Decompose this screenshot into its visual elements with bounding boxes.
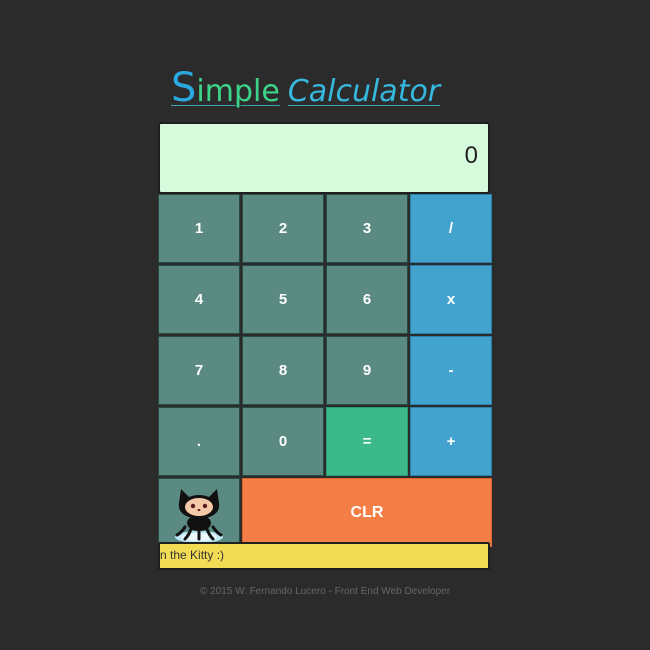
key-9[interactable]: 9 xyxy=(326,336,408,405)
key-7[interactable]: 7 xyxy=(158,336,240,405)
key-add[interactable]: + xyxy=(410,407,492,476)
key-3[interactable]: 3 xyxy=(326,194,408,263)
calculator-body: 0 1 2 3 / 4 5 6 x 7 8 9 - . 0 = + CLR n … xyxy=(158,122,492,572)
key-subtract[interactable]: - xyxy=(410,336,492,405)
footer-credit: © 2015 W. Fernando Lucero - Front End We… xyxy=(199,586,451,597)
clear-button[interactable]: CLR xyxy=(242,478,492,547)
key-6[interactable]: 6 xyxy=(326,265,408,334)
key-2[interactable]: 2 xyxy=(242,194,324,263)
marquee-text: n the Kitty :) xyxy=(160,548,225,562)
calculator-page: Simple Calculator 0 1 2 3 / 4 5 6 x 7 8 9… xyxy=(0,0,650,650)
octocat-icon xyxy=(175,488,223,543)
title-first-letter: S xyxy=(171,65,197,111)
key-equals[interactable]: = xyxy=(326,407,408,476)
key-0[interactable]: 0 xyxy=(242,407,324,476)
display-value: 0 xyxy=(464,142,478,169)
title-calculator: Calculator xyxy=(287,74,441,109)
keypad: 1 2 3 / 4 5 6 x 7 8 9 - . 0 = + CLR xyxy=(158,194,492,547)
key-5[interactable]: 5 xyxy=(242,265,324,334)
title-simple: imple xyxy=(196,74,280,109)
key-4[interactable]: 4 xyxy=(158,265,240,334)
key-divide[interactable]: / xyxy=(410,194,492,263)
key-8[interactable]: 8 xyxy=(242,336,324,405)
kitty-marquee: n the Kitty :) xyxy=(158,542,490,570)
calculator-display: 0 xyxy=(158,122,490,194)
key-1[interactable]: 1 xyxy=(158,194,240,263)
page-title: Simple Calculator xyxy=(171,66,479,110)
kitty-button[interactable] xyxy=(158,478,240,547)
key-multiply[interactable]: x xyxy=(410,265,492,334)
key-decimal[interactable]: . xyxy=(158,407,240,476)
